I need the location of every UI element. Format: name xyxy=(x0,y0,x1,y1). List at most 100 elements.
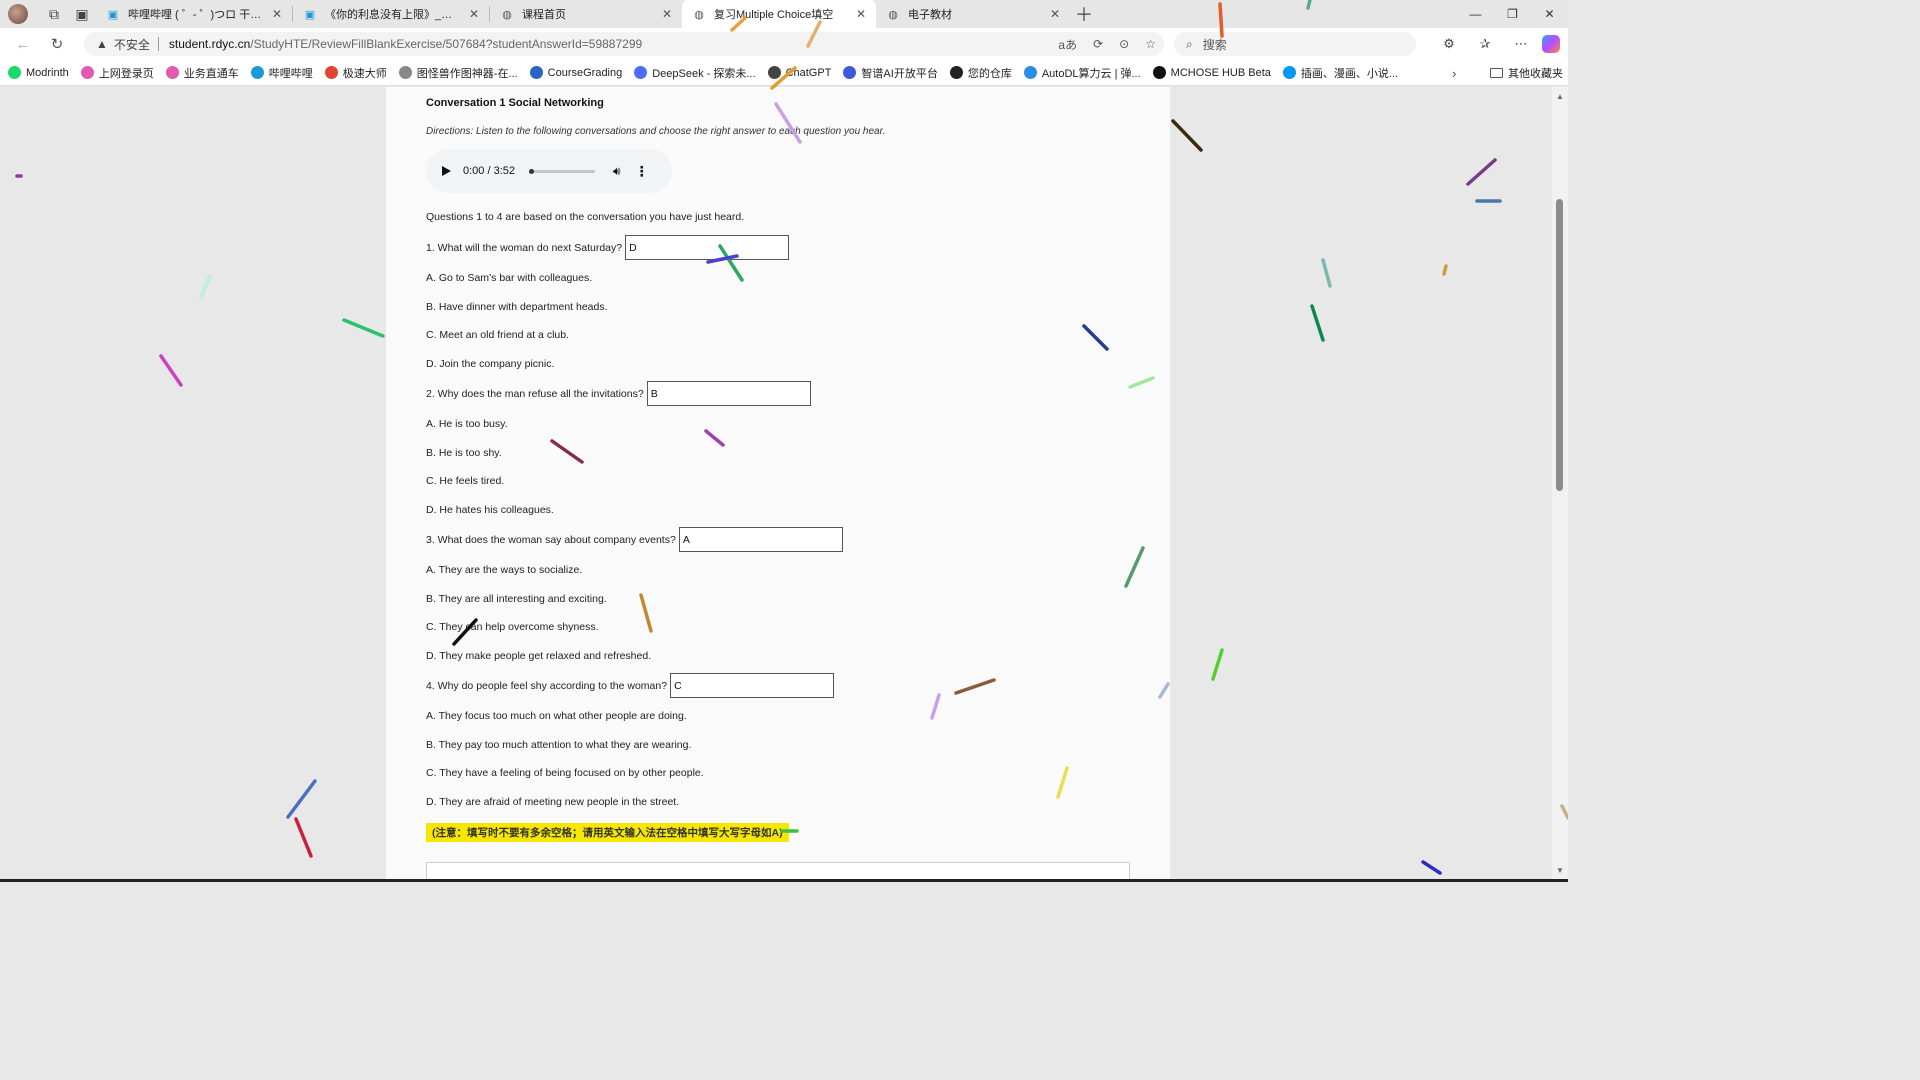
close-icon[interactable]: ✕ xyxy=(662,7,672,21)
scroll-down-icon[interactable]: ▼ xyxy=(1552,863,1568,877)
close-icon[interactable]: ✕ xyxy=(1050,7,1060,21)
toolbar-icons: ⚙ ✰ ⋯ xyxy=(1434,28,1560,60)
warning-icon: ▲ xyxy=(96,37,108,51)
bookmark-item[interactable]: 您的仓库 xyxy=(949,65,1012,81)
answer-option: A. Go to Sam’s bar with colleagues. xyxy=(426,272,593,284)
answer-option: D. Join the company picnic. xyxy=(426,358,555,371)
audio-more-icon[interactable]: ⋮ xyxy=(635,163,649,180)
bookmark-item[interactable]: Modrinth xyxy=(8,66,69,79)
address-bar-actions: aあ ⟳ ⊙ ☆ xyxy=(1058,32,1156,56)
audio-time: 0:00 / 3:52 xyxy=(463,165,515,177)
answer-option: B. Have dinner with department heads. xyxy=(426,300,608,313)
close-icon[interactable]: ✕ xyxy=(272,7,282,21)
new-tab-button[interactable]: ＋ xyxy=(1070,0,1098,28)
answer-value: B xyxy=(650,387,658,400)
answer-value: C xyxy=(674,679,682,692)
bookmarks-overflow-icon[interactable]: › xyxy=(1452,60,1456,86)
volume-icon[interactable]: 🔊︎ xyxy=(613,164,621,179)
directions-text: Directions: Listen to the following conv… xyxy=(426,126,886,137)
autodl-icon xyxy=(1023,66,1037,79)
question-text: 2. Why does the man refuse all the invit… xyxy=(426,387,644,400)
copilot-icon[interactable] xyxy=(1542,35,1560,53)
extensions-icon[interactable]: ⚙ xyxy=(1434,29,1464,59)
modrinth-icon xyxy=(8,66,21,79)
answer-input[interactable]: C xyxy=(670,673,835,698)
cg-icon xyxy=(529,66,543,79)
answer-option: A. They focus too much on what other peo… xyxy=(426,710,687,722)
answer-input[interactable]: B xyxy=(646,381,811,406)
image-icon xyxy=(398,66,412,79)
tab-strip: ⧉ ▣ ▣ 哔哩哔哩 ( ゜- ゜)つロ 干杯~-bilibili ✕ ▣ 《你… xyxy=(0,0,1568,28)
tab-label: 《你的利息没有上限》_哔哩哔哩_bilibili xyxy=(325,9,463,21)
audio-player: 0:00 / 3:52 🔊︎ ⋮ xyxy=(426,149,672,193)
window-bottom-edge xyxy=(0,879,1568,882)
vertical-scrollbar[interactable]: ▲ ▼ xyxy=(1552,87,1568,879)
bookmark-label: 上网登录页 xyxy=(98,67,154,80)
tab-ebook[interactable]: ◍ 电子教材 ✕ xyxy=(876,0,1070,28)
answer-option: C. They can help overcome shyness. xyxy=(426,621,599,634)
refresh-icon[interactable]: ↻ xyxy=(40,28,74,60)
restore-icon[interactable]: ❐ xyxy=(1494,0,1531,28)
scrollbar-thumb[interactable] xyxy=(1556,199,1563,491)
question-text: 4. Why do people feel shy according to t… xyxy=(426,679,668,692)
play-icon[interactable] xyxy=(442,166,451,176)
bookmark-label: Modrinth xyxy=(26,66,69,79)
tab-bilibili-home[interactable]: ▣ 哔哩哔哩 ( ゜- ゜)つロ 干杯~-bilibili ✕ xyxy=(96,0,292,28)
answer-input[interactable]: A xyxy=(678,527,843,552)
bookmark-item[interactable]: CourseGrading xyxy=(529,66,623,79)
close-icon[interactable]: ✕ xyxy=(469,7,479,21)
answer-option: B. They pay too much attention to what t… xyxy=(426,738,692,751)
answer-option: B. They are all interesting and exciting… xyxy=(426,592,607,605)
bookmark-item[interactable]: 业务直通车 xyxy=(165,65,239,81)
window-close-icon[interactable]: ✕ xyxy=(1531,0,1568,28)
answer-option: B. He is too shy. xyxy=(426,446,502,459)
divider xyxy=(157,37,159,51)
close-icon[interactable]: ✕ xyxy=(856,7,866,21)
workspaces-icon[interactable]: ⧉ xyxy=(40,0,68,28)
question-2: 2. Why does the man refuse all the invit… xyxy=(426,381,811,406)
vertical-tabs-icon[interactable]: ▣ xyxy=(68,0,96,28)
favorite-star-icon[interactable]: ☆ xyxy=(1145,37,1156,51)
tab-label: 哔哩哔哩 ( ゜- ゜)つロ 干杯~-bilibili xyxy=(128,9,266,21)
bookmark-label: ChatGPT xyxy=(785,66,832,79)
more-tools-icon[interactable]: ⊙ xyxy=(1119,37,1129,51)
bilibili-icon: ▣ xyxy=(304,8,316,21)
answer-input[interactable]: D xyxy=(625,235,790,260)
app-available-icon[interactable]: ⟳ xyxy=(1093,37,1103,51)
bookmark-item[interactable]: 哔哩哔哩 xyxy=(250,65,313,81)
scroll-up-icon[interactable]: ▲ xyxy=(1552,89,1568,103)
back-icon[interactable]: ← xyxy=(6,28,40,60)
tab-bilibili-video[interactable]: ▣ 《你的利息没有上限》_哔哩哔哩_bilibili ✕ xyxy=(293,0,489,28)
answer-option: D. They make people get relaxed and refr… xyxy=(426,650,652,663)
favorites-icon[interactable]: ✰ xyxy=(1470,29,1500,59)
bookmark-item[interactable]: MCHOSE HUB Beta xyxy=(1152,66,1271,79)
other-bookmarks-folder[interactable]: 其他收藏夹 xyxy=(1490,60,1563,86)
bookmark-item[interactable]: AutoDL算力云 | 弹... xyxy=(1023,65,1141,81)
bookmark-item[interactable]: 图怪兽作图神器-在... xyxy=(398,65,518,81)
input-note: (注意：填写时不要有多余空格；请用英文输入法在空格中填写大写字母如A) xyxy=(426,823,789,842)
question-1: 1. What will the woman do next Saturday?… xyxy=(426,235,790,260)
audio-progress-slider[interactable] xyxy=(529,168,595,174)
tab-course-home[interactable]: ◍ 课程首页 ✕ xyxy=(490,0,682,28)
bookmark-item[interactable]: 极速大师 xyxy=(324,65,387,81)
search-input[interactable]: ⌕ 搜索 xyxy=(1174,32,1416,56)
search-icon: ⌕ xyxy=(1186,36,1193,51)
profile-avatar[interactable] xyxy=(8,4,28,24)
minimize-icon[interactable]: — xyxy=(1457,0,1494,28)
read-aloud-icon[interactable]: aあ xyxy=(1058,36,1077,53)
search-placeholder: 搜索 xyxy=(1202,37,1227,52)
question-4: 4. Why do people feel shy according to t… xyxy=(426,673,835,698)
more-menu-icon[interactable]: ⋯ xyxy=(1506,29,1536,59)
answer-option: A. They are the ways to socialize. xyxy=(426,564,583,576)
answer-option: C. They have a feeling of being focused … xyxy=(426,767,704,780)
bookmark-item[interactable]: 上网登录页 xyxy=(80,65,154,81)
bookmark-label: MCHOSE HUB Beta xyxy=(1170,66,1271,79)
bookmark-item[interactable]: 插画、漫画、小说... xyxy=(1282,65,1398,81)
bookmark-item[interactable]: DeepSeek - 探索未... xyxy=(634,65,756,81)
bookmark-item[interactable]: 智谱AI开放平台 xyxy=(843,65,938,81)
tab-review-exercise[interactable]: ◍ 复习Multiple Choice填空 ✕ xyxy=(682,0,876,28)
bookmark-item[interactable]: ChatGPT xyxy=(767,66,832,79)
tab-label: 电子教材 xyxy=(908,9,952,21)
bookmark-label: CourseGrading xyxy=(547,66,623,79)
address-bar[interactable]: ▲ 不安全 student.rdyc.cn /StudyHTE/ReviewFi… xyxy=(84,32,1164,56)
